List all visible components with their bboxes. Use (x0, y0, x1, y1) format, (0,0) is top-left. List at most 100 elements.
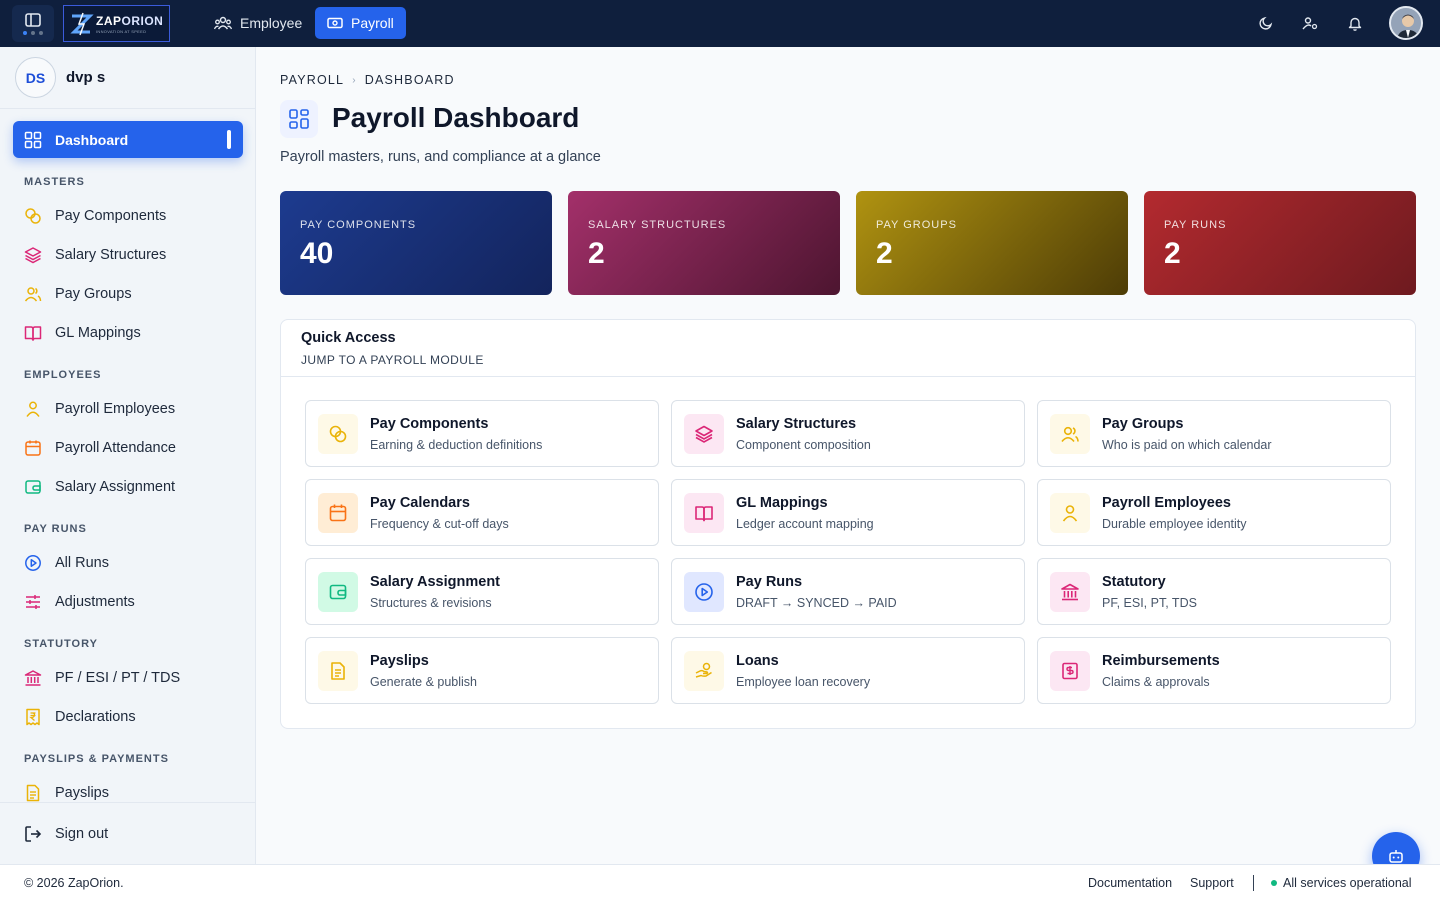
sidebar-item-label: Declarations (55, 709, 136, 725)
tab-employee[interactable]: Employee (202, 7, 314, 39)
workspace-dots (23, 30, 43, 35)
quick-access-header: Quick Access JUMP TO A PAYROLL MODULE (281, 320, 1415, 377)
sidebar: DS dvp s Dashboard MASTERS Pay Component… (0, 47, 256, 864)
quick-card-description: Generate & publish (370, 675, 478, 689)
user-settings-button[interactable] (1300, 13, 1320, 33)
play-circle-icon (25, 555, 41, 571)
user-photo-icon (1391, 8, 1421, 38)
stat-card-salary-structures[interactable]: SALARY STRUCTURES 2 (568, 191, 840, 295)
support-link[interactable]: Support (1190, 876, 1234, 890)
brand-logo[interactable]: ZAPORION INNOVATION AT SPEED (63, 5, 170, 42)
quick-card-title: Reimbursements (1102, 653, 1220, 669)
quick-card-statutory[interactable]: Statutory PF, ESI, PT, TDS (1037, 558, 1391, 625)
quick-card-loans[interactable]: Loans Employee loan recovery (671, 637, 1025, 704)
quick-card-description: Component composition (736, 438, 871, 452)
quick-card-pay-calendars[interactable]: Pay Calendars Frequency & cut-off days (305, 479, 659, 546)
coins-icon (25, 208, 41, 224)
logo-mark-icon (70, 12, 94, 35)
section-employees: EMPLOYEES (24, 369, 102, 381)
tab-employee-label: Employee (240, 15, 303, 31)
money-icon (327, 17, 343, 29)
quick-card-description: PF, ESI, PT, TDS (1102, 596, 1197, 610)
quick-card-title: Pay Groups (1102, 416, 1184, 432)
breadcrumb: PAYROLL › DASHBOARD (280, 73, 455, 87)
quick-card-reimbursements[interactable]: Reimbursements Claims & approvals (1037, 637, 1391, 704)
quick-card-payroll-employees[interactable]: Payroll Employees Durable employee ident… (1037, 479, 1391, 546)
user-name: dvp s (66, 69, 106, 86)
bell-icon (1348, 17, 1362, 31)
avatar: DS (15, 57, 56, 98)
chevron-right-icon: › (352, 74, 357, 86)
quick-card-title: Payslips (370, 653, 429, 669)
quick-card-salary-assignment[interactable]: Salary Assignment Structures & revisions (305, 558, 659, 625)
quick-card-title: GL Mappings (736, 495, 828, 511)
quick-card-pay-components[interactable]: Pay Components Earning & deduction defin… (305, 400, 659, 467)
stat-label: SALARY STRUCTURES (588, 219, 727, 231)
sidebar-item-label: Salary Structures (55, 247, 167, 263)
footer: © 2026 ZapOrion. Documentation Support A… (0, 864, 1440, 900)
user-cog-icon (1302, 17, 1318, 30)
quick-card-title: Payroll Employees (1102, 495, 1231, 511)
quick-card-pay-runs[interactable]: Pay Runs DRAFT → SYNCED → PAID (671, 558, 1025, 625)
layers-icon (684, 414, 724, 454)
sidebar-item-pay-components[interactable]: Pay Components (24, 206, 166, 226)
documentation-link[interactable]: Documentation (1088, 876, 1172, 890)
stat-card-pay-groups[interactable]: PAY GROUPS 2 (856, 191, 1128, 295)
status-indicator: All services operational (1271, 876, 1412, 890)
sidebar-panel-icon (25, 12, 41, 27)
stat-value: 2 (876, 237, 893, 270)
quick-card-title: Statutory (1102, 574, 1166, 590)
sidebar-toggle-button[interactable] (12, 5, 54, 42)
user-profile[interactable]: DS dvp s (0, 47, 255, 109)
quick-card-salary-structures[interactable]: Salary Structures Component composition (671, 400, 1025, 467)
quick-card-title: Pay Components (370, 416, 489, 432)
quick-card-pay-groups[interactable]: Pay Groups Who is paid on which calendar (1037, 400, 1391, 467)
sidebar-item-pay-groups[interactable]: Pay Groups (24, 284, 132, 304)
sidebar-item-salary-assignment[interactable]: Salary Assignment (24, 477, 175, 497)
quick-card-gl-mappings[interactable]: GL Mappings Ledger account mapping (671, 479, 1025, 546)
quick-card-payslips[interactable]: Payslips Generate & publish (305, 637, 659, 704)
quick-card-description: Claims & approvals (1102, 675, 1210, 689)
user-icon (1050, 493, 1090, 533)
sidebar-item-gl-mappings[interactable]: GL Mappings (24, 323, 141, 343)
avatar[interactable] (1389, 6, 1423, 40)
sign-out-button[interactable]: Sign out (24, 825, 108, 843)
sidebar-item-label: GL Mappings (55, 325, 141, 341)
sidebar-footer: Sign out (0, 802, 255, 864)
sidebar-item-payroll-employees[interactable]: Payroll Employees (24, 399, 175, 419)
sidebar-item-salary-structures[interactable]: Salary Structures (24, 245, 166, 265)
stat-card-pay-components[interactable]: PAY COMPONENTS 40 (280, 191, 552, 295)
stat-label: PAY RUNS (1164, 219, 1227, 231)
status-text: All services operational (1283, 876, 1412, 890)
file-text-icon (318, 651, 358, 691)
moon-icon (1259, 16, 1273, 30)
sidebar-item-declarations[interactable]: Declarations (24, 707, 136, 727)
quick-card-description: Durable employee identity (1102, 517, 1247, 531)
sidebar-item-pf-esi-pt-tds[interactable]: PF / ESI / PT / TDS (24, 668, 180, 688)
active-indicator (227, 130, 231, 149)
sidebar-item-dashboard[interactable]: Dashboard (13, 121, 243, 158)
sidebar-item-label: Adjustments (55, 594, 135, 610)
sidebar-item-label: Pay Groups (55, 286, 132, 302)
user-icon (26, 401, 40, 417)
receipt-icon (26, 708, 40, 726)
notifications-button[interactable] (1345, 13, 1365, 33)
sidebar-item-payslips[interactable]: Payslips (24, 783, 109, 803)
status-dot-icon (1271, 880, 1277, 886)
sliders-icon (26, 595, 40, 609)
quick-access-title: Quick Access (301, 330, 396, 346)
quick-card-description: Frequency & cut-off days (370, 517, 509, 531)
quick-card-title: Pay Runs (736, 574, 803, 590)
logo-wordmark: ZAPORION (96, 13, 164, 28)
tab-payroll[interactable]: Payroll (315, 7, 406, 39)
stat-card-pay-runs[interactable]: PAY RUNS 2 (1144, 191, 1416, 295)
bot-icon (1389, 850, 1403, 863)
dashboard-icon (289, 109, 309, 129)
theme-toggle-button[interactable] (1256, 13, 1276, 33)
quick-card-description: Ledger account mapping (736, 517, 874, 531)
sidebar-item-adjustments[interactable]: Adjustments (24, 592, 135, 612)
breadcrumb-item-payroll[interactable]: PAYROLL (280, 73, 344, 87)
book-open-icon (24, 326, 42, 341)
sidebar-item-all-runs[interactable]: All Runs (24, 553, 109, 573)
sidebar-item-payroll-attendance[interactable]: Payroll Attendance (24, 438, 176, 458)
